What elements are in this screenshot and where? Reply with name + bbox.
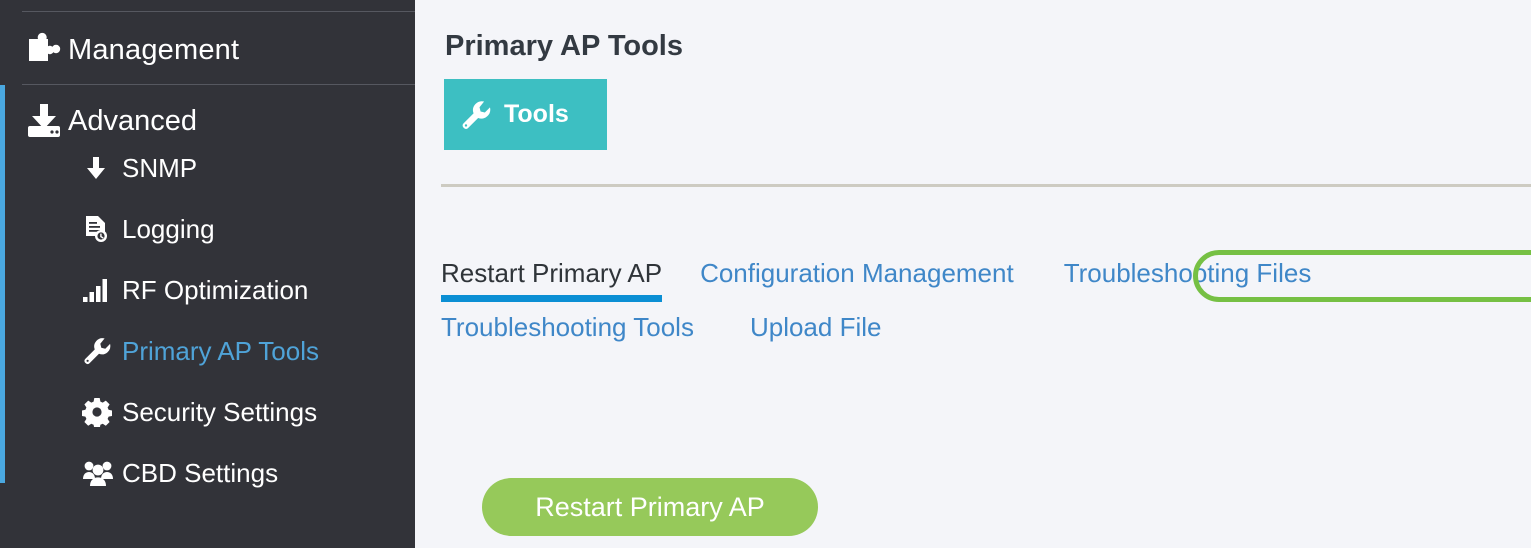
sidebar-item-logging[interactable]: Logging	[82, 207, 412, 251]
arrow-down-icon	[82, 154, 122, 182]
sidebar-item-label: CBD Settings	[122, 457, 279, 488]
tab-troubleshooting-tools[interactable]: Troubleshooting Tools	[441, 312, 694, 343]
content-divider	[441, 184, 1531, 187]
sidebar-item-rf-optimization[interactable]: RF Optimization	[82, 268, 412, 312]
sidebar-item-security-settings[interactable]: Security Settings	[82, 390, 412, 434]
tools-button[interactable]: Tools	[444, 79, 607, 150]
sidebar-item-label: Security Settings	[122, 396, 318, 427]
sidebar-item-advanced[interactable]: Advanced	[22, 99, 197, 143]
sidebar-item-label: Management	[68, 33, 240, 66]
sidebar: Management Advanced SNMP Logging RF Opti…	[0, 0, 415, 548]
restart-primary-ap-button[interactable]: Restart Primary AP	[482, 478, 818, 536]
users-group-icon	[82, 459, 122, 487]
tab-row-secondary: Troubleshooting Tools Upload File	[441, 312, 1531, 343]
gear-icon	[82, 397, 122, 427]
sidebar-item-label: Logging	[122, 213, 215, 244]
sidebar-divider-mid	[22, 84, 415, 85]
sidebar-active-accent-bar	[0, 85, 5, 483]
sidebar-item-management[interactable]: Management	[22, 28, 239, 72]
tab-restart-primary-ap[interactable]: Restart Primary AP	[441, 258, 663, 302]
tab-navigation: Restart Primary AP Configuration Managem…	[441, 250, 1531, 343]
sidebar-item-label: Primary AP Tools	[122, 335, 320, 366]
sidebar-divider-top	[22, 11, 415, 12]
app-root: Management Advanced SNMP Logging RF Opti…	[0, 0, 1531, 548]
wrench-icon	[82, 336, 122, 366]
download-tray-icon	[22, 102, 68, 140]
tools-button-label: Tools	[504, 100, 569, 128]
file-document-icon	[82, 214, 122, 244]
tab-troubleshooting-files[interactable]: Troubleshooting Files	[1064, 258, 1312, 289]
main-content: Primary AP Tools Tools Restart Primary A…	[415, 0, 1531, 548]
page-title: Primary AP Tools	[445, 30, 683, 63]
sidebar-item-snmp[interactable]: SNMP	[82, 146, 412, 190]
tab-row-primary: Restart Primary AP Configuration Managem…	[441, 258, 1531, 302]
tab-upload-file[interactable]: Upload File	[750, 312, 882, 343]
signal-bars-icon	[82, 277, 122, 303]
tab-configuration-management[interactable]: Configuration Management	[700, 258, 1014, 289]
sidebar-item-label: SNMP	[122, 152, 198, 183]
sidebar-item-cbd-settings[interactable]: CBD Settings	[82, 451, 412, 495]
sidebar-item-label: Advanced	[68, 104, 197, 137]
wrench-icon	[460, 99, 492, 131]
puzzle-piece-icon	[22, 32, 68, 68]
sidebar-subnav: SNMP Logging RF Optimization Primary AP …	[82, 146, 412, 512]
sidebar-item-primary-ap-tools[interactable]: Primary AP Tools	[82, 329, 412, 373]
sidebar-item-label: RF Optimization	[122, 274, 309, 305]
